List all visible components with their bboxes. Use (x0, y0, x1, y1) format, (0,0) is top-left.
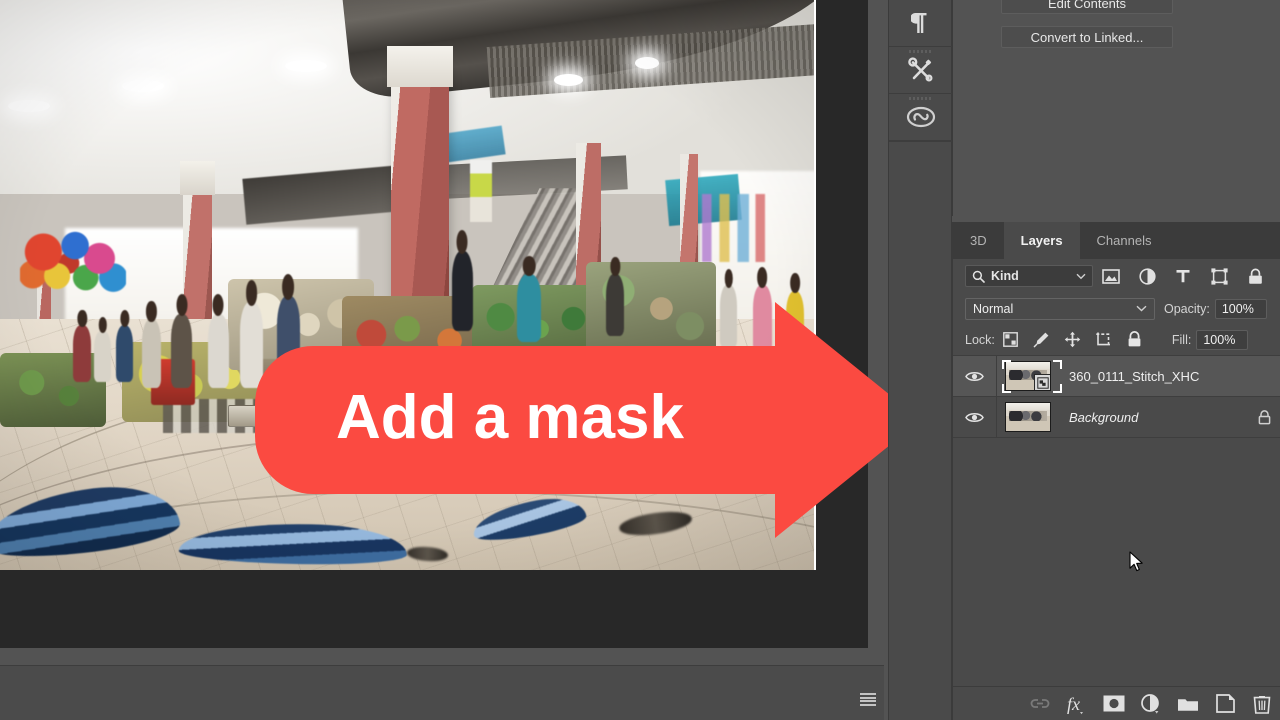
tab-layers[interactable]: Layers (1003, 222, 1080, 259)
chevron-down-icon (1076, 273, 1086, 279)
document-status-bar (0, 665, 884, 720)
svg-text:fx: fx (1067, 694, 1080, 714)
opacity-label: Opacity: (1164, 301, 1210, 316)
layer-name[interactable]: Background (1069, 410, 1247, 425)
smart-object-filter-icon[interactable] (1237, 264, 1273, 288)
table-row[interactable]: Background (953, 396, 1280, 438)
layer-list[interactable]: 360_0111_Stitch_XHC Background (953, 355, 1280, 686)
dock-divider (889, 141, 953, 142)
lock-position-icon[interactable] (1057, 328, 1088, 352)
type-layer-filter-icon[interactable] (1165, 264, 1201, 288)
document-area[interactable] (0, 0, 868, 648)
properties-panel: Edit Contents Convert to Linked... (952, 0, 1280, 216)
fill-input[interactable]: 100% (1196, 329, 1249, 350)
panel-grip (909, 97, 933, 100)
new-group-icon[interactable] (1175, 691, 1201, 717)
new-layer-icon[interactable] (1212, 691, 1238, 717)
lock-all-icon[interactable] (1119, 328, 1150, 352)
magnifier-icon (972, 270, 985, 283)
filter-kind-select[interactable]: Kind (965, 265, 1093, 287)
layers-panel-toolbar[interactable]: fx (953, 686, 1280, 720)
lock-transparent-pixels-icon[interactable] (995, 328, 1026, 352)
table-row[interactable]: 360_0111_Stitch_XHC (953, 355, 1280, 397)
opacity-input[interactable]: 100% (1214, 298, 1267, 319)
panel-grip (909, 50, 933, 53)
market-photograph (0, 0, 814, 570)
panel-tab-strip[interactable]: 3D Layers Channels (953, 222, 1280, 259)
layers-panel: 3D Layers Channels Kind Normal Opacity: … (952, 222, 1280, 720)
photo-vignette (0, 0, 814, 570)
photoshop-window: Add a mask Edit Contents Convert to Link… (0, 0, 1280, 720)
tool-presets-panel-button[interactable] (889, 47, 953, 94)
lock-artboard-nesting-icon[interactable] (1088, 328, 1119, 352)
tools-icon (908, 57, 933, 82)
filter-kind-label: Kind (991, 269, 1019, 283)
paragraph-icon (911, 13, 927, 33)
hamburger-menu-icon[interactable] (860, 693, 876, 706)
image-canvas[interactable] (0, 0, 816, 570)
pixel-layer-filter-icon[interactable] (1093, 264, 1129, 288)
add-layer-mask-icon[interactable] (1101, 691, 1127, 717)
layer-thumbnail-cell[interactable] (997, 397, 1069, 438)
thumbnail-selection-corners (1002, 359, 1062, 393)
blend-mode-select[interactable]: Normal (965, 297, 1155, 320)
background-lock-icon (1247, 409, 1280, 425)
layer-filter-row: Kind (953, 259, 1280, 293)
chevron-down-icon (1136, 305, 1147, 312)
layer-visibility-toggle[interactable] (953, 396, 997, 438)
lock-label: Lock: (965, 332, 995, 347)
eye-icon (965, 371, 984, 381)
mouse-cursor (1129, 551, 1143, 572)
eye-icon (965, 412, 984, 422)
adjustment-layer-filter-icon[interactable] (1129, 264, 1165, 288)
layer-thumbnail (1005, 402, 1051, 432)
lock-image-pixels-icon[interactable] (1026, 328, 1057, 352)
layer-style-fx-icon[interactable]: fx (1064, 691, 1090, 717)
paragraph-panel-button[interactable] (889, 0, 953, 47)
layer-visibility-toggle[interactable] (953, 355, 997, 397)
libraries-panel-button[interactable] (889, 94, 953, 141)
shape-layer-filter-icon[interactable] (1201, 264, 1237, 288)
new-adjustment-layer-icon[interactable] (1138, 691, 1164, 717)
convert-to-linked-button[interactable]: Convert to Linked... (1001, 26, 1173, 48)
delete-layer-icon[interactable] (1249, 691, 1275, 717)
creative-cloud-libraries-icon (906, 106, 936, 128)
link-layers-icon[interactable] (1027, 691, 1053, 717)
fill-label: Fill: (1171, 332, 1192, 347)
tab-3d[interactable]: 3D (953, 222, 1004, 259)
lock-row: Lock: Fill: 100% (953, 324, 1280, 356)
tab-channels[interactable]: Channels (1079, 222, 1169, 259)
blend-mode-value: Normal (973, 301, 1014, 316)
blend-mode-row: Normal Opacity: 100% (953, 293, 1280, 324)
panel-icon-dock[interactable] (888, 0, 953, 720)
layer-thumbnail-cell[interactable] (997, 356, 1069, 397)
layer-name[interactable]: 360_0111_Stitch_XHC (1069, 369, 1247, 384)
edit-contents-button[interactable]: Edit Contents (1001, 0, 1173, 14)
